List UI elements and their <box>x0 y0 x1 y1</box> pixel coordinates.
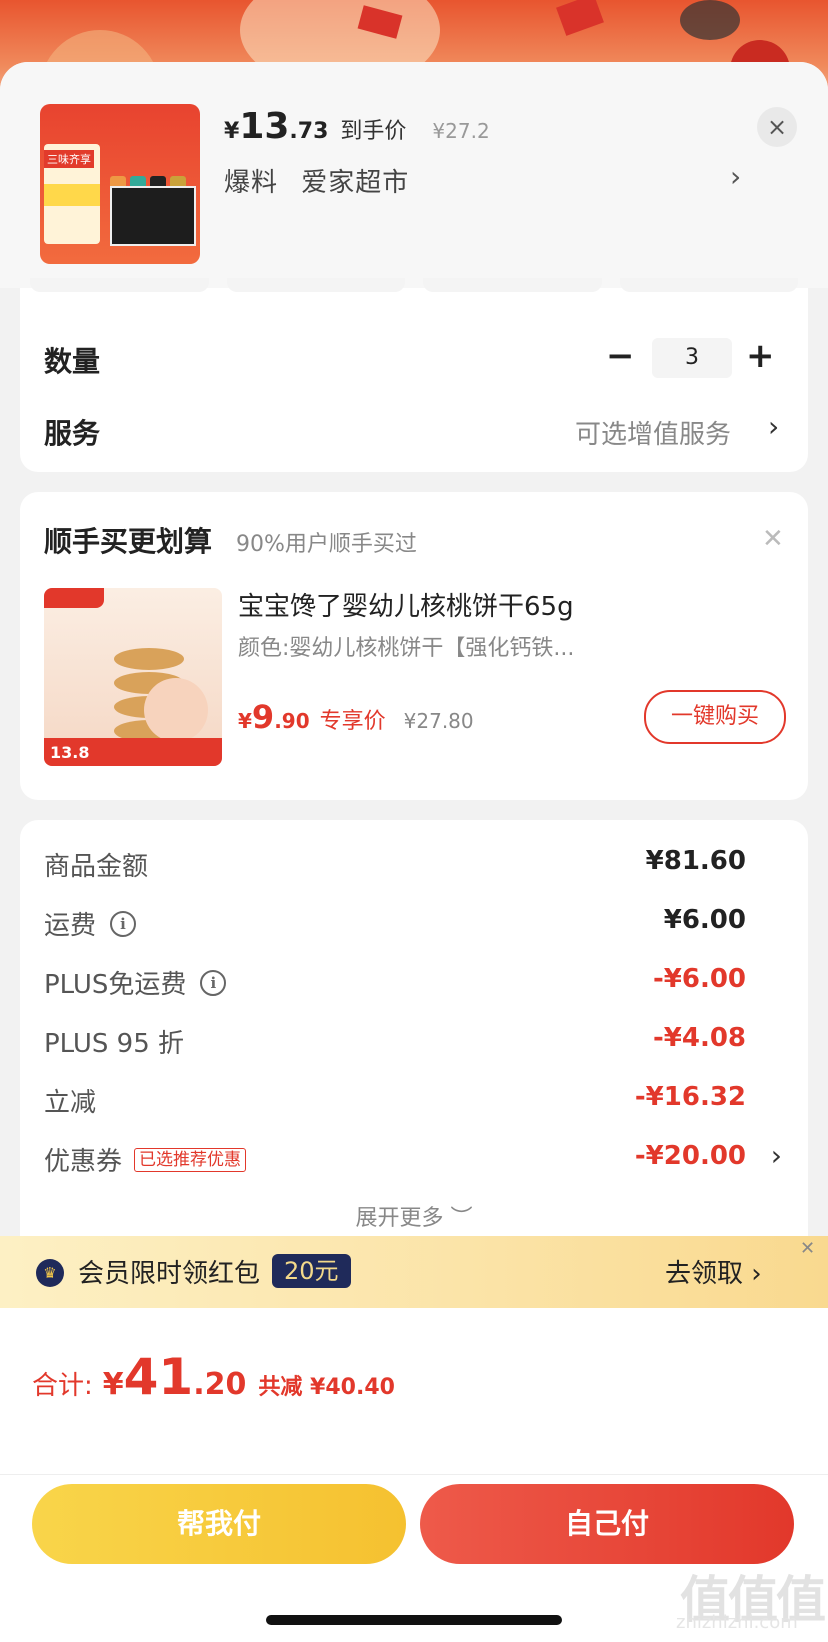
divider <box>0 1474 828 1475</box>
summary-label: 立减 <box>44 1088 97 1118</box>
addon-image-price: 13.8 <box>50 743 90 762</box>
chevron-right-icon[interactable]: › <box>768 410 779 443</box>
price-label: 到手价 <box>340 119 407 144</box>
close-button[interactable]: × <box>757 107 797 147</box>
summary-row-plus-shipping: PLUS免运费 i -¥6.00 <box>20 964 808 1004</box>
addon-product-name[interactable]: 宝宝馋了婴幼儿核桃饼干65g <box>238 586 574 623</box>
variant-chips-partial <box>20 278 808 298</box>
coupon-tag: 已选推荐优惠 <box>134 1147 247 1172</box>
summary-value: ¥6.00 <box>663 905 746 935</box>
summary-value: -¥20.00 <box>634 1141 746 1171</box>
service-label: 服务 <box>44 417 101 450</box>
exclusive-price-label: 专享价 <box>319 709 386 734</box>
quantity-label: 数量 <box>44 345 101 378</box>
chevron-right-icon[interactable]: › <box>771 1139 782 1172</box>
summary-value: ¥81.60 <box>645 846 746 876</box>
shop-link[interactable]: 爆料 爱家超市 <box>224 162 409 199</box>
summary-value: -¥4.08 <box>652 1023 746 1053</box>
summary-label: 商品金额 <box>44 852 149 882</box>
redpacket-amount-badge: 20元 <box>272 1254 351 1288</box>
addon-subtitle: 90%用户顺手买过 <box>236 532 417 557</box>
home-indicator[interactable] <box>266 1615 562 1625</box>
price-summary-card: 商品金额 ¥81.60 运费 i ¥6.00 PLUS免运费 i -¥6.00 PL… <box>20 820 808 1286</box>
quantity-minus-button[interactable]: − <box>606 336 635 376</box>
shop-name: 爱家超市 <box>301 168 410 198</box>
summary-label: 运费 <box>44 911 97 941</box>
summary-label: PLUS免运费 <box>44 970 187 1000</box>
quantity-input[interactable]: 3 <box>652 338 732 378</box>
summary-row-coupon[interactable]: 优惠券 已选推荐优惠 -¥20.00 › <box>20 1139 808 1181</box>
watermark-url: zhizhizhi.com <box>676 1612 798 1633</box>
pay-myself-button[interactable]: 自己付 <box>420 1484 794 1564</box>
quantity-plus-button[interactable]: + <box>746 336 775 376</box>
addon-title: 顺手买更划算 <box>44 525 213 558</box>
addon-original-price: ¥27.80 <box>403 709 474 733</box>
chevron-right-icon[interactable]: › <box>730 160 741 193</box>
original-price: ¥27.2 <box>432 119 490 143</box>
total-saved: 共减 ¥40.40 <box>258 1375 395 1400</box>
claim-button[interactable]: 去领取 › <box>665 1253 762 1290</box>
expand-more-button[interactable]: 展开更多 ︶ <box>20 1200 808 1232</box>
addon-card: 顺手买更划算 90%用户顺手买过 ✕ 13.8 宝宝馋了婴幼儿核桃饼干65g 颜… <box>20 492 808 800</box>
member-text: 会员限时领红包 <box>78 1259 261 1289</box>
info-icon[interactable]: i <box>200 969 227 996</box>
total-price: 合计: ¥ 41 .20 共减 ¥40.40 <box>32 1348 395 1406</box>
crown-icon: ♛ <box>36 1259 64 1287</box>
close-icon[interactable]: ✕ <box>800 1238 815 1259</box>
summary-row-shipping: 运费 i ¥6.00 <box>20 905 808 945</box>
summary-row-plus-discount: PLUS 95 折 -¥4.08 <box>20 1023 808 1063</box>
deal-tag: 爆料 <box>224 168 279 198</box>
close-icon[interactable]: ✕ <box>762 524 784 554</box>
product-header: 三味齐享 ¥ 13 .73 到手价 ¥27.2 爆料 爱家超市 › × <box>0 62 828 288</box>
addon-price: ¥ 9 .90 专享价 ¥27.80 <box>238 698 474 736</box>
one-click-buy-button[interactable]: 一键购买 <box>644 690 786 744</box>
summary-value: -¥16.32 <box>634 1082 746 1112</box>
help-me-pay-button[interactable]: 帮我付 <box>32 1484 406 1564</box>
product-price: ¥ 13 .73 到手价 ¥27.2 <box>224 106 490 147</box>
close-icon: × <box>766 113 788 141</box>
summary-label: PLUS 95 折 <box>44 1029 185 1059</box>
service-selector[interactable]: 可选增值服务 <box>575 414 731 451</box>
thumbnail-label: 三味齐享 <box>44 150 94 168</box>
summary-label: 优惠券 <box>44 1147 123 1177</box>
summary-row-goods: 商品金额 ¥81.60 <box>20 846 808 886</box>
options-card: 数量 − 3 + 服务 可选增值服务 › <box>20 278 808 472</box>
addon-product-image[interactable]: 13.8 <box>44 588 222 766</box>
info-icon[interactable]: i <box>110 910 137 937</box>
product-thumbnail: 三味齐享 <box>40 104 200 264</box>
summary-row-instant-discount: 立减 -¥16.32 <box>20 1082 808 1122</box>
summary-value: -¥6.00 <box>652 964 746 994</box>
total-label: 合计: <box>32 1371 93 1401</box>
member-redpacket-bar[interactable]: ♛ 会员限时领红包 20元 去领取 › ✕ <box>0 1236 828 1308</box>
addon-product-spec: 颜色:婴幼儿核桃饼干【强化钙铁... <box>238 636 575 661</box>
